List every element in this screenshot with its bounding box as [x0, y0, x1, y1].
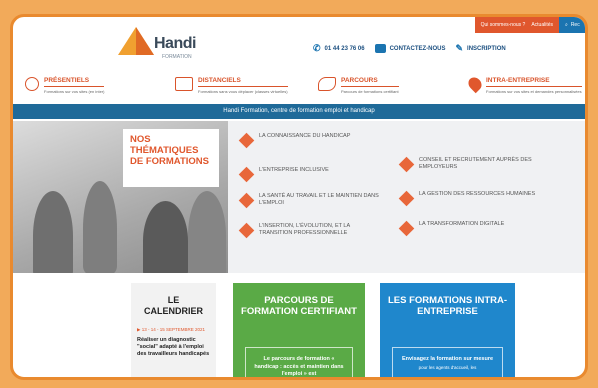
pencil-icon: ✎ [455, 43, 464, 53]
search-icon: ⌕ [565, 22, 568, 28]
site-logo[interactable]: Handi FORMATION [118, 25, 208, 63]
tagline-banner: Handi Formation, centre de formation emp… [13, 104, 585, 119]
logo-triangle-icon [118, 27, 154, 55]
people-icon [25, 77, 39, 91]
theme-link[interactable]: LA SANTÉ AU TRAVAIL ET LE MAINTIEN DANS … [238, 192, 381, 209]
contact-button[interactable]: CONTACTEZ-NOUS [374, 44, 446, 53]
hero-section: NOS THÉMATIQUES DE FORMATIONS LA CONNAIS… [13, 121, 585, 273]
news-link[interactable]: Actualités [531, 22, 553, 28]
parcours-card-box: Le parcours de formation « handicap : ac… [245, 347, 353, 377]
phone-link[interactable]: ✆ 01 44 23 76 06 [313, 43, 365, 54]
theme-diamond-icon [238, 166, 255, 183]
nav-title: PARCOURS [341, 77, 399, 87]
location-pin-icon [465, 74, 485, 94]
phone-icon: ✆ [313, 43, 321, 53]
theme-diamond-icon [398, 156, 415, 173]
paper-plane-icon [318, 77, 336, 91]
intra-card-subtext: pour les agents d'accueil, les [418, 364, 477, 370]
hero-title-line: THÉMATIQUES [130, 145, 199, 156]
theme-label: L'INSERTION, L'ÉVOLUTION, ET LA TRANSITI… [259, 223, 350, 236]
nav-item-presentiels[interactable]: PRÉSENTIELS Formations sur vos sites (en… [25, 77, 105, 94]
nav-item-parcours[interactable]: PARCOURS Parcours de formations certifia… [318, 77, 399, 94]
nav-subtitle: Formations sur vos sites et demandes per… [486, 89, 582, 94]
hero-title-line: NOS [130, 134, 151, 145]
logo-subtext: FORMATION [162, 54, 192, 60]
parcours-card-text: Le parcours de formation « handicap : ac… [254, 356, 344, 377]
calendar-date: ▶ 13 - 14 - 15 SEPTEMBRE 2021 [137, 327, 205, 332]
theme-link[interactable]: LA GESTION DES RESSOURCES HUMAINES [398, 190, 551, 207]
theme-label: LA SANTÉ AU TRAVAIL ET LE MAINTIEN DANS … [259, 193, 379, 206]
cards-section: LE CALENDRIER ▶ 13 - 14 - 15 SEPTEMBRE 2… [13, 279, 585, 377]
calendar-title-line: CALENDRIER [143, 306, 203, 316]
theme-link[interactable]: L'ENTREPRISE INCLUSIVE [238, 166, 381, 183]
intra-card-title: LES FORMATIONS INTRA-ENTREPRISE [387, 295, 508, 317]
calendar-event-text[interactable]: Réaliser un diagnostic "social" adapté à… [137, 337, 210, 358]
top-utility-bar: Qui sommes-nous ? Actualités ⌕ Rec [474, 17, 585, 33]
calendar-title-line: LE [167, 295, 180, 305]
theme-label: L'ENTREPRISE INCLUSIVE [259, 167, 329, 173]
main-nav: PRÉSENTIELS Formations sur vos sites (en… [13, 71, 585, 103]
theme-diamond-icon [398, 220, 415, 237]
theme-diamond-icon [238, 192, 255, 209]
header-actions: ✆ 01 44 23 76 06 CONTACTEZ-NOUS ✎ INSCRI… [313, 43, 506, 54]
theme-diamond-icon [238, 132, 255, 149]
nav-title: INTRA-ENTREPRISE [486, 77, 582, 87]
search-button[interactable]: ⌕ Rec [559, 17, 585, 33]
theme-diamond-icon [398, 190, 415, 207]
inscription-label: INSCRIPTION [467, 45, 506, 52]
inscription-button[interactable]: ✎ INSCRIPTION [455, 43, 505, 54]
theme-label: LA CONNAISSANCE DU HANDICAP [259, 133, 351, 139]
intra-card[interactable]: LES FORMATIONS INTRA-ENTREPRISE Envisage… [380, 283, 515, 377]
theme-link[interactable]: CONSEIL ET RECRUTEMENT AUPRÈS DES EMPLOY… [398, 156, 551, 173]
parcours-card-title: PARCOURS DE FORMATION CERTIFIANT [241, 295, 357, 317]
logo-text: Handi [154, 35, 196, 52]
nav-subtitle: Formations sans vous déplacer (classes v… [198, 89, 288, 94]
nav-subtitle: Parcours de formations certifiant [341, 89, 399, 94]
mail-icon [374, 44, 386, 53]
theme-diamond-icon [238, 222, 255, 239]
hero-title: NOS THÉMATIQUES DE FORMATIONS [123, 129, 219, 187]
theme-label: CONSEIL ET RECRUTEMENT AUPRÈS DES EMPLOY… [419, 157, 532, 170]
contact-label: CONTACTEZ-NOUS [389, 45, 446, 52]
search-label: Rec [570, 22, 580, 28]
monitor-icon [175, 77, 193, 91]
calendar-title: LE CALENDRIER [131, 295, 216, 317]
nav-title: PRÉSENTIELS [44, 77, 105, 87]
theme-link[interactable]: LA CONNAISSANCE DU HANDICAP [238, 132, 381, 149]
intra-card-box: Envisagez la formation sur mesure pour l… [392, 347, 503, 377]
hero-title-line: DE FORMATIONS [130, 156, 209, 167]
nav-item-distanciels[interactable]: DISTANCIELS Formations sans vous déplace… [175, 77, 288, 94]
nav-item-intra-entreprise[interactable]: INTRA-ENTREPRISE Formations sur vos site… [465, 74, 582, 94]
utility-links: Qui sommes-nous ? Actualités [474, 17, 559, 33]
who-link[interactable]: Qui sommes-nous ? [481, 22, 526, 28]
theme-link[interactable]: L'INSERTION, L'ÉVOLUTION, ET LA TRANSITI… [238, 222, 381, 239]
calendar-card[interactable]: LE CALENDRIER ▶ 13 - 14 - 15 SEPTEMBRE 2… [131, 283, 216, 377]
nav-subtitle: Formations sur vos sites (en inter) [44, 89, 105, 94]
phone-number: 01 44 23 76 06 [324, 45, 365, 52]
themes-list: LA CONNAISSANCE DU HANDICAP L'ENTREPRISE… [238, 131, 571, 271]
nav-title: DISTANCIELS [198, 77, 288, 87]
browser-frame: Qui sommes-nous ? Actualités ⌕ Rec Handi… [10, 14, 588, 380]
intra-card-text: Envisagez la formation sur mesure [401, 356, 494, 362]
parcours-card[interactable]: PARCOURS DE FORMATION CERTIFIANT Le parc… [233, 283, 365, 377]
theme-label: LA GESTION DES RESSOURCES HUMAINES [419, 191, 536, 197]
theme-label: LA TRANSFORMATION DIGITALE [419, 221, 505, 227]
theme-link[interactable]: LA TRANSFORMATION DIGITALE [398, 220, 551, 237]
